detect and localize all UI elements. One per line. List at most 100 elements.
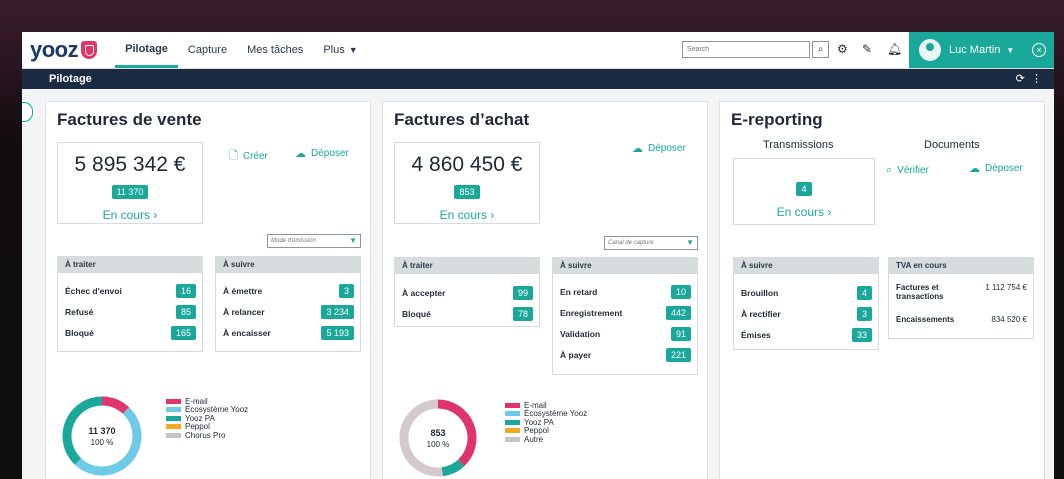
a-suivre-box: À suivre En retard 10 Enregistrement 442 V…	[552, 257, 698, 375]
list-item[interactable]: Validation 91	[560, 327, 691, 341]
box-title: À traiter	[395, 258, 539, 274]
list-item[interactable]: Émises 33	[741, 328, 872, 342]
nav-capture[interactable]: Capture	[178, 32, 237, 68]
legend-swatch	[505, 402, 520, 408]
list-item[interactable]: Bloqué 165	[65, 326, 196, 340]
list-item[interactable]: À accepter 99	[402, 286, 533, 300]
row-label: Émises	[741, 330, 771, 340]
chevron-down-icon: ▼	[1006, 45, 1015, 55]
list-item[interactable]: Refusé 85	[65, 305, 196, 319]
nav-pilotage[interactable]: Pilotage	[115, 32, 178, 68]
user-menu[interactable]: Luc Martin ▼ ×	[909, 32, 1054, 68]
search-icon[interactable]: ⌕	[812, 41, 829, 58]
count-badge: 165	[170, 326, 196, 340]
row-label: À payer	[560, 350, 592, 360]
count-badge: 10	[670, 285, 691, 299]
donut-chart-achats[interactable]: 853 100 %	[399, 399, 477, 477]
nav-label: Capture	[187, 44, 228, 56]
panel-factures-vente: Factures de vente 5 895 342 € 11 370 En …	[45, 101, 371, 479]
legend-swatch	[505, 428, 520, 434]
bell-icon[interactable]: 🔔︎	[887, 42, 902, 56]
link-label: En cours	[439, 208, 487, 222]
count-badge: 16	[175, 284, 196, 298]
donut-center-total: 853	[430, 428, 445, 438]
logo-mark-icon	[81, 41, 98, 59]
kpi-amount: 4 860 450 €	[411, 153, 523, 176]
sidebar-toggle[interactable]	[22, 102, 33, 122]
list-item[interactable]: À émettre 3	[223, 284, 354, 298]
kpi-count-badge: 4	[796, 182, 812, 196]
donut-chart-ventes[interactable]: 11 370 100 %	[62, 396, 142, 476]
refresh-icon[interactable]: ⟳ ⋮	[1016, 72, 1042, 85]
upload-button[interactable]: ☁ Déposer	[969, 162, 1023, 175]
gear-icon[interactable]: ⚙	[837, 42, 848, 56]
close-icon[interactable]: ×	[1032, 43, 1046, 57]
legend-item: E-mail	[166, 397, 248, 406]
donut-slice-e-mail[interactable]	[101, 396, 130, 414]
link-label: En cours	[776, 205, 824, 219]
button-label: Vérifier	[897, 165, 929, 176]
list-item[interactable]: Brouillon 4	[741, 286, 872, 300]
list-item[interactable]: À encaisser 5 193	[223, 326, 354, 340]
list-item[interactable]: À rectifier 3	[741, 307, 872, 321]
top-bar: yooz Pilotage Capture Mes tâches Plus▼ ⌕…	[22, 32, 1054, 69]
list-item[interactable]: En retard 10	[560, 285, 691, 299]
kpi-count-badge: 853	[454, 185, 480, 199]
wrench-icon[interactable]: ✎	[862, 42, 872, 56]
row-label: Bloqué	[402, 309, 431, 319]
list-item[interactable]: Enregistrement 442	[560, 306, 691, 320]
canal-capture-select[interactable]: Canal de capture ▼	[604, 236, 698, 250]
a-suivre-box: À suivre À émettre 3 À relancer 3 234 À en…	[215, 256, 361, 352]
donut-center-pct: 100 %	[427, 440, 450, 449]
cloud-upload-icon: ☁	[295, 148, 306, 160]
count-badge: 4	[856, 286, 872, 300]
donut-center-pct: 100 %	[91, 438, 114, 447]
count-badge: 3	[338, 284, 354, 298]
list-item[interactable]: À relancer 3 234	[223, 305, 354, 319]
donut-slice-yooz-pa[interactable]	[441, 459, 465, 477]
row-label: Échec d'envoi	[65, 286, 122, 296]
cloud-upload-icon: ☁	[969, 163, 980, 175]
legend-swatch	[166, 398, 181, 404]
donut-slice-autre[interactable]	[399, 399, 443, 477]
count-badge: 85	[175, 305, 196, 319]
list-item[interactable]: Factures et transactions 1 112 754 €	[896, 283, 1027, 301]
legend-swatch	[505, 419, 520, 425]
legend-swatch	[166, 424, 181, 430]
nav-plus[interactable]: Plus ▼	[313, 32, 367, 68]
legend-item: Yooz PA	[166, 414, 248, 423]
nav-label: Plus	[323, 44, 345, 56]
yooz-logo[interactable]: yooz	[30, 37, 98, 63]
en-cours-link[interactable]: En cours ›	[734, 205, 874, 219]
search-input[interactable]	[682, 41, 810, 58]
list-item[interactable]: Bloqué 78	[402, 307, 533, 321]
tva-box: TVA en cours Factures et transactions 1 1…	[888, 257, 1034, 339]
en-cours-link[interactable]: En cours ›	[395, 208, 539, 222]
create-button[interactable]: 🗋︎ Créer	[229, 147, 268, 166]
chart-legend: E-mail Écosystème Yooz Yooz PA Peppol Au…	[505, 401, 587, 444]
legend-swatch	[166, 432, 181, 438]
en-cours-link[interactable]: En cours ›	[58, 208, 202, 222]
chevron-down-icon: ▼	[686, 238, 694, 247]
count-badge: 91	[670, 327, 691, 341]
legend-item: E-mail	[505, 401, 587, 410]
count-badge: 99	[512, 286, 533, 300]
nav-label: Pilotage	[125, 42, 168, 55]
page-title: Pilotage	[49, 73, 92, 85]
legend-swatch	[505, 411, 520, 417]
list-item[interactable]: Échec d'envoi 16	[65, 284, 196, 298]
count-badge: 3	[856, 307, 872, 321]
upload-button[interactable]: ☁ Déposer	[632, 142, 686, 155]
user-name: Luc Martin	[949, 44, 1001, 56]
row-value: 1 112 754 €	[985, 283, 1027, 292]
list-item[interactable]: À payer 221	[560, 348, 691, 362]
panel-title: E-reporting	[731, 110, 823, 129]
legend-item: Chorus Pro	[166, 431, 248, 440]
mode-emission-select[interactable]: Mode d'émission ▼	[267, 234, 361, 248]
list-item[interactable]: Encaissements 834 520 €	[896, 315, 1027, 324]
verify-button[interactable]: ⌕ Vérifier	[886, 164, 929, 177]
nav-mes-taches[interactable]: Mes tâches	[237, 32, 313, 68]
upload-button[interactable]: ☁ Déposer	[295, 147, 349, 160]
cloud-upload-icon: ☁	[632, 143, 643, 155]
kpi-count-badge: 11 370	[111, 185, 149, 199]
